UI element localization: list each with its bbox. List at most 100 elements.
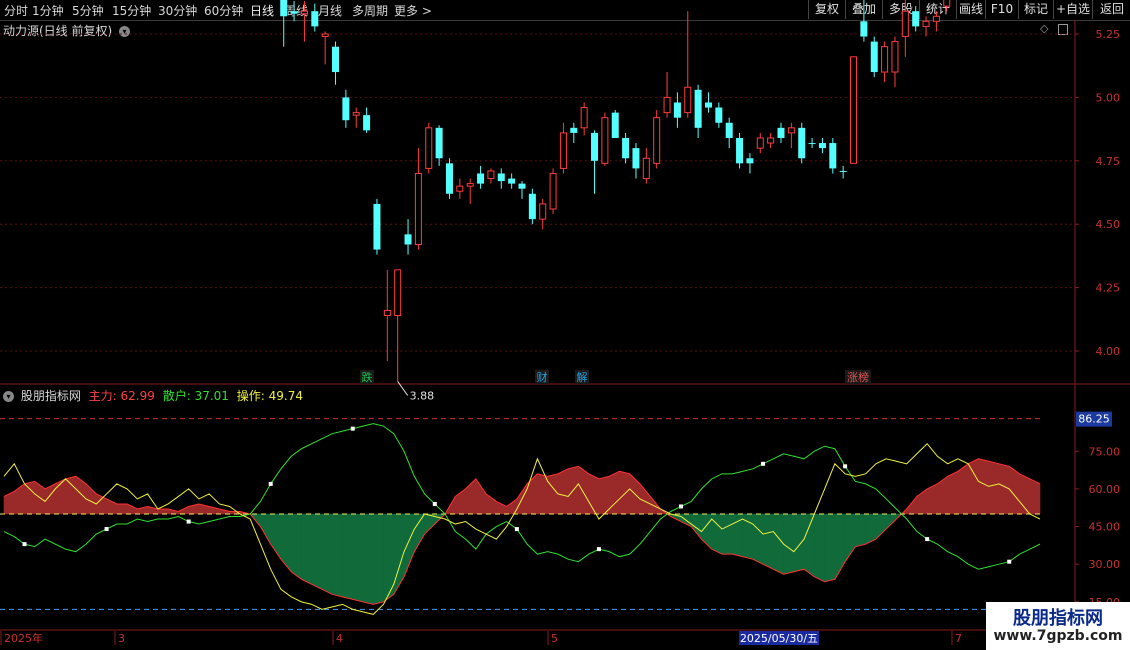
watermark-line1: 股朋指标网 xyxy=(1013,608,1103,629)
zhuli-area-positive xyxy=(116,503,128,515)
candle-body xyxy=(539,203,547,220)
diamond-icon[interactable]: ◇ xyxy=(1040,22,1048,35)
overlay-button[interactable]: 叠加 xyxy=(845,0,882,19)
zhuli-area-positive xyxy=(178,505,189,515)
tab-15min[interactable]: 15分钟 xyxy=(112,2,151,19)
tab-fenshi[interactable]: 分时 xyxy=(4,2,28,19)
price-tick-label: 5.00 xyxy=(1096,91,1121,104)
zhuli-area-positive xyxy=(629,473,641,515)
stats-button[interactable]: 统计 xyxy=(919,0,956,19)
add-watchlist-button[interactable]: +自选 xyxy=(1053,0,1092,19)
zhuli-area-negative xyxy=(372,513,384,605)
candle-body xyxy=(694,89,702,128)
zhuli-area-negative xyxy=(814,513,825,583)
tab-30min[interactable]: 30分钟 xyxy=(158,2,197,19)
tab-1min[interactable]: 1分钟 xyxy=(32,2,64,19)
zhuli-area-positive xyxy=(157,508,169,515)
sanhu-marker xyxy=(268,481,273,486)
candle-body xyxy=(870,41,878,73)
main-chart-header: 动力源(日线 前复权) ▾ xyxy=(3,22,131,39)
zhuli-area-negative xyxy=(680,513,692,528)
zhuli-area-positive xyxy=(137,506,148,515)
zhuli-area-positive xyxy=(24,480,36,515)
zhuli-area-positive xyxy=(1029,478,1041,515)
zhuli-area-negative xyxy=(403,513,415,577)
sanhu-marker xyxy=(843,464,848,469)
fuquan-button[interactable]: 复权 xyxy=(808,0,845,19)
zhuli-area-positive xyxy=(937,475,948,515)
time-axis-label: 3 xyxy=(118,632,125,645)
candle-body xyxy=(839,170,847,172)
cursor-date-box xyxy=(739,631,819,645)
candle-body xyxy=(508,178,516,184)
zhuli-area-positive xyxy=(485,493,497,515)
zhuli-area-negative xyxy=(773,513,784,575)
sanhu-marker xyxy=(104,527,109,532)
tab-more[interactable]: 更多 > xyxy=(394,2,432,19)
mark-button[interactable]: 标记 xyxy=(1018,0,1053,19)
candle-body xyxy=(497,173,505,182)
time-axis-label: 2025年 xyxy=(4,631,43,645)
sanhu-marker xyxy=(925,537,930,542)
cursor-date-label: 2025/05/30/五 xyxy=(740,632,818,645)
zhuli-area-positive xyxy=(54,478,66,515)
candle-body xyxy=(632,148,640,169)
candle-body xyxy=(559,132,567,169)
price-tick-label: 4.75 xyxy=(1096,155,1121,168)
multi-stock-button[interactable]: 多股 xyxy=(882,0,919,19)
f10-button[interactable]: F10 xyxy=(985,0,1018,19)
zhuli-area-positive xyxy=(947,470,959,515)
sanhu-marker xyxy=(514,527,519,532)
zhuli-area-positive xyxy=(85,483,97,515)
zhuli-area-negative xyxy=(362,513,374,605)
zhuli-area-positive xyxy=(506,498,518,515)
indicator-options-icon[interactable]: ▾ xyxy=(3,391,14,402)
zhuli-area-positive xyxy=(557,468,569,515)
candle-body xyxy=(487,170,495,180)
candle-body xyxy=(891,41,899,73)
zhuli-area-negative xyxy=(413,513,425,553)
time-axis-label: 5 xyxy=(551,632,558,645)
zhuli-area-negative xyxy=(752,513,764,565)
zhuli-area-positive xyxy=(608,470,620,515)
tab-5min[interactable]: 5分钟 xyxy=(72,2,104,19)
candle-body xyxy=(798,127,806,159)
candle-body xyxy=(425,127,433,169)
zhuli-area-positive xyxy=(900,508,907,515)
period-toolbar: 分时 1分钟 5分钟 15分钟 30分钟 60分钟 日线 周线 月线 多周期 更… xyxy=(0,0,1130,21)
zhuli-area-positive xyxy=(239,511,251,515)
zhuli-area-positive xyxy=(126,503,138,515)
zhuli-area-negative xyxy=(434,513,446,525)
maximize-icon[interactable] xyxy=(1057,23,1068,35)
zhuli-area-positive xyxy=(598,475,610,515)
sanhu-marker xyxy=(761,461,766,466)
tab-daily[interactable]: 日线 xyxy=(250,2,274,19)
candle-body xyxy=(922,20,930,27)
zhuli-area-negative xyxy=(762,513,774,570)
tab-multi-period[interactable]: 多周期 xyxy=(352,2,388,19)
candle-body xyxy=(456,185,464,192)
zhuli-area-positive xyxy=(106,498,118,515)
tab-monthly[interactable]: 月线 xyxy=(318,2,342,19)
tab-weekly[interactable]: 周线 xyxy=(284,2,308,19)
indicator-tick-label: 75.00 xyxy=(1089,445,1121,458)
draw-button[interactable]: 画线 xyxy=(956,0,985,19)
zhuli-area-positive xyxy=(547,473,559,515)
zhuli-area-positive xyxy=(465,478,477,515)
candle-body xyxy=(673,102,681,118)
sanhu-marker xyxy=(186,519,191,524)
tab-60min[interactable]: 60分钟 xyxy=(204,2,243,19)
zhuli-area-negative xyxy=(711,513,723,555)
indicator-sanhu: 散户: 37.01 xyxy=(162,389,229,403)
zhuli-area-positive xyxy=(988,460,1000,515)
zhuli-area-positive xyxy=(957,463,969,515)
zhuli-area-positive xyxy=(96,493,107,515)
candle-body xyxy=(591,132,599,161)
zhuli-area-negative xyxy=(844,513,856,563)
back-button[interactable]: 返回 xyxy=(1092,0,1130,19)
chart-options-icon[interactable]: ▾ xyxy=(119,26,131,37)
chart-canvas: 6.443.88跌财解涨榜 6.005.755.505.255.004.754.… xyxy=(0,0,1130,645)
candle-body xyxy=(477,173,485,184)
indicator-header: ▾ 股朋指标网 主力: 62.99 散户: 37.01 操作: 49.74 xyxy=(3,387,303,404)
zhuli-area-positive xyxy=(588,473,600,515)
